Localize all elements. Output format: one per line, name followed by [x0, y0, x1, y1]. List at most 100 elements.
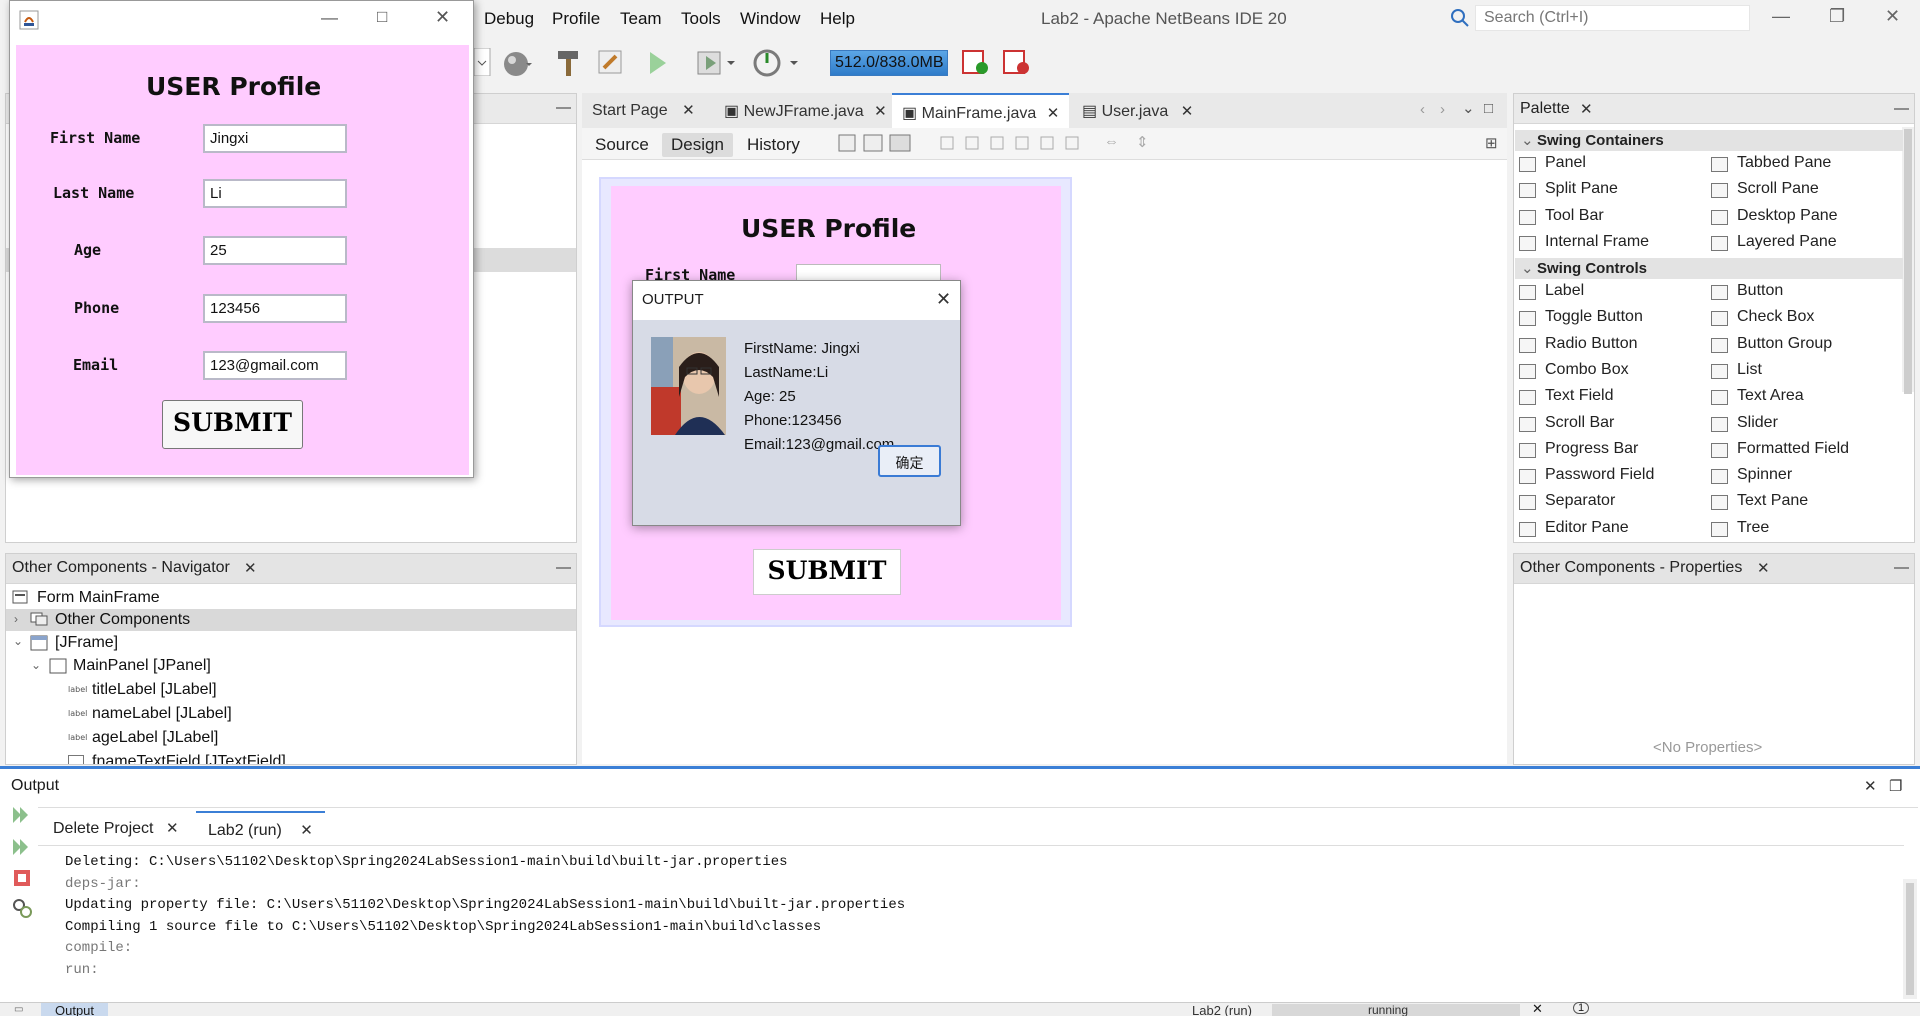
palette-item-radio-button[interactable]: Radio Button [1545, 335, 1638, 353]
close-tab-icon[interactable]: ✕ [1580, 100, 1593, 118]
tree-item-namelabel[interactable]: nameLabel [JLabel] [92, 705, 232, 723]
app-minimize-icon[interactable]: — [321, 8, 338, 28]
build-hammer-icon[interactable] [555, 48, 583, 82]
tab-start-page[interactable]: Start Page ✕ [582, 93, 705, 128]
maximize-editor-icon[interactable]: □ [1484, 100, 1493, 117]
preview-submit-button[interactable]: SUBMIT [753, 549, 901, 595]
selection-mode-icon[interactable] [837, 133, 917, 159]
palette-item-panel[interactable]: Panel [1545, 154, 1586, 172]
last-name-field[interactable]: Li [203, 179, 347, 208]
properties-title[interactable]: Other Components - Properties [1520, 559, 1742, 577]
combo-dropdown[interactable] [473, 47, 492, 80]
minimize-icon[interactable]: — [1772, 6, 1790, 27]
palette-item-internal-frame[interactable]: Internal Frame [1545, 233, 1649, 251]
restore-icon[interactable]: ❐ [1829, 6, 1845, 27]
cancel-task-icon[interactable]: ✕ [1532, 1001, 1543, 1016]
close-tab-icon[interactable]: ✕ [874, 103, 887, 120]
palette-section-containers[interactable]: ⌄ Swing Containers [1515, 130, 1903, 151]
gc-icon[interactable] [960, 48, 992, 82]
palette-item-toggle-button[interactable]: Toggle Button [1545, 308, 1643, 326]
palette-item-editor-pane[interactable]: Editor Pane [1545, 519, 1629, 537]
globe-icon[interactable] [502, 50, 536, 82]
palette-item-label[interactable]: Label [1545, 282, 1584, 300]
palette-item-formatted-field[interactable]: Formatted Field [1737, 440, 1849, 458]
palette-item-text-field[interactable]: Text Field [1545, 387, 1613, 405]
tab-newjframe[interactable]: ▣ NewJFrame.java ✕ [714, 93, 897, 128]
split-editor-icon[interactable]: ⊞ [1485, 134, 1498, 152]
palette-item-scroll-pane[interactable]: Scroll Pane [1737, 180, 1819, 198]
close-tab-icon[interactable]: ✕ [166, 820, 179, 837]
palette-item-desktop-pane[interactable]: Desktop Pane [1737, 207, 1838, 225]
menu-profile[interactable]: Profile [552, 9, 600, 29]
debug-icon[interactable] [696, 48, 736, 82]
close-output-icon[interactable]: ✕ [1864, 777, 1877, 795]
status-output-tab[interactable]: Output [41, 1003, 109, 1016]
palette-item-tool-bar[interactable]: Tool Bar [1545, 207, 1604, 225]
preview-heading[interactable]: USER Profile [741, 214, 916, 243]
palette-item-spinner[interactable]: Spinner [1737, 466, 1792, 484]
scroll-tabs-right-icon[interactable]: › [1440, 101, 1445, 118]
palette-item-scroll-bar[interactable]: Scroll Bar [1545, 414, 1614, 432]
submit-button[interactable]: SUBMIT [162, 400, 303, 449]
palette-item-split-pane[interactable]: Split Pane [1545, 180, 1618, 198]
output-scrollbar[interactable] [1903, 879, 1917, 999]
collapse-arrow-icon[interactable]: ⌄ [1521, 259, 1534, 277]
minimize-panel-icon[interactable]: — [1894, 100, 1909, 117]
close-tab-icon[interactable]: ✕ [1757, 559, 1770, 577]
close-tab-icon[interactable]: ✕ [1047, 105, 1060, 122]
tab-design[interactable]: Design [662, 133, 733, 157]
palette-item-separator[interactable]: Separator [1545, 492, 1615, 510]
palette-item-slider[interactable]: Slider [1737, 414, 1778, 432]
close-tab-icon[interactable]: ✕ [244, 559, 257, 577]
minimize-panel-icon[interactable]: — [556, 559, 571, 576]
menu-window[interactable]: Window [740, 9, 800, 29]
tab-user[interactable]: ▤ User.java ✕ [1072, 93, 1203, 128]
tab-list-icon[interactable]: ⌄ [1462, 99, 1475, 117]
palette-item-list[interactable]: List [1737, 361, 1762, 379]
clean-build-icon[interactable] [596, 48, 626, 82]
minimize-panel-icon[interactable]: — [1894, 559, 1909, 576]
phone-field[interactable]: 123456 [203, 294, 347, 323]
tab-lab2-run[interactable]: Lab2 (run) ✕ [196, 811, 325, 845]
collapse-arrow-icon[interactable]: ⌄ [13, 634, 23, 648]
palette-item-button-group[interactable]: Button Group [1737, 335, 1832, 353]
stop-icon[interactable] [13, 869, 31, 891]
menu-team[interactable]: Team [620, 9, 662, 29]
menu-help[interactable]: Help [820, 9, 855, 29]
tab-history[interactable]: History [738, 133, 809, 157]
tree-item-agelabel[interactable]: ageLabel [JLabel] [92, 729, 218, 747]
minimize-panel-icon[interactable]: — [556, 99, 571, 116]
menu-debug[interactable]: Debug [484, 9, 534, 29]
palette-scrollbar[interactable] [1902, 127, 1914, 394]
palette-item-password-field[interactable]: Password Field [1545, 466, 1654, 484]
close-tab-icon[interactable]: ✕ [300, 822, 313, 839]
collapse-arrow-icon[interactable]: ⌄ [31, 658, 41, 672]
age-field[interactable]: 25 [203, 236, 347, 265]
search-input[interactable]: Search (Ctrl+I) [1475, 5, 1750, 31]
palette-item-tabbed-pane[interactable]: Tabbed Pane [1737, 154, 1831, 172]
tree-item-other-components[interactable]: Other Components [55, 611, 190, 629]
close-icon[interactable]: ✕ [1885, 6, 1900, 27]
app-maximize-icon[interactable]: □ [377, 7, 387, 27]
navigator-title[interactable]: Other Components - Navigator [12, 559, 230, 577]
rerun-icon[interactable] [11, 805, 31, 829]
tree-item-form[interactable]: Form MainFrame [37, 589, 160, 607]
resize-horizontal-icon[interactable]: ⇔ [1104, 133, 1119, 150]
settings-icon[interactable] [11, 897, 33, 923]
resize-vertical-icon[interactable]: ⇕ [1136, 133, 1149, 151]
tree-item-mainpanel[interactable]: MainPanel [JPanel] [73, 657, 211, 675]
palette-item-text-area[interactable]: Text Area [1737, 387, 1804, 405]
palette-item-layered-pane[interactable]: Layered Pane [1737, 233, 1837, 251]
palette-item-combo-box[interactable]: Combo Box [1545, 361, 1629, 379]
tab-mainframe[interactable]: ▣ MainFrame.java ✕ [892, 93, 1070, 128]
memory-indicator[interactable]: 512.0/838.0MB [830, 50, 948, 76]
run-icon[interactable] [648, 50, 668, 80]
expand-arrow-icon[interactable]: › [14, 612, 18, 626]
search-icon[interactable] [1450, 8, 1472, 32]
tree-item-jframe[interactable]: [JFrame] [55, 634, 118, 652]
tab-source[interactable]: Source [586, 133, 658, 157]
scroll-tabs-left-icon[interactable]: ‹ [1420, 101, 1425, 118]
profiler-gc-icon[interactable] [1001, 48, 1033, 82]
tree-item-fnametextfield[interactable]: fnameTextField [JTextField] [92, 753, 286, 764]
palette-item-tree[interactable]: Tree [1737, 519, 1769, 537]
